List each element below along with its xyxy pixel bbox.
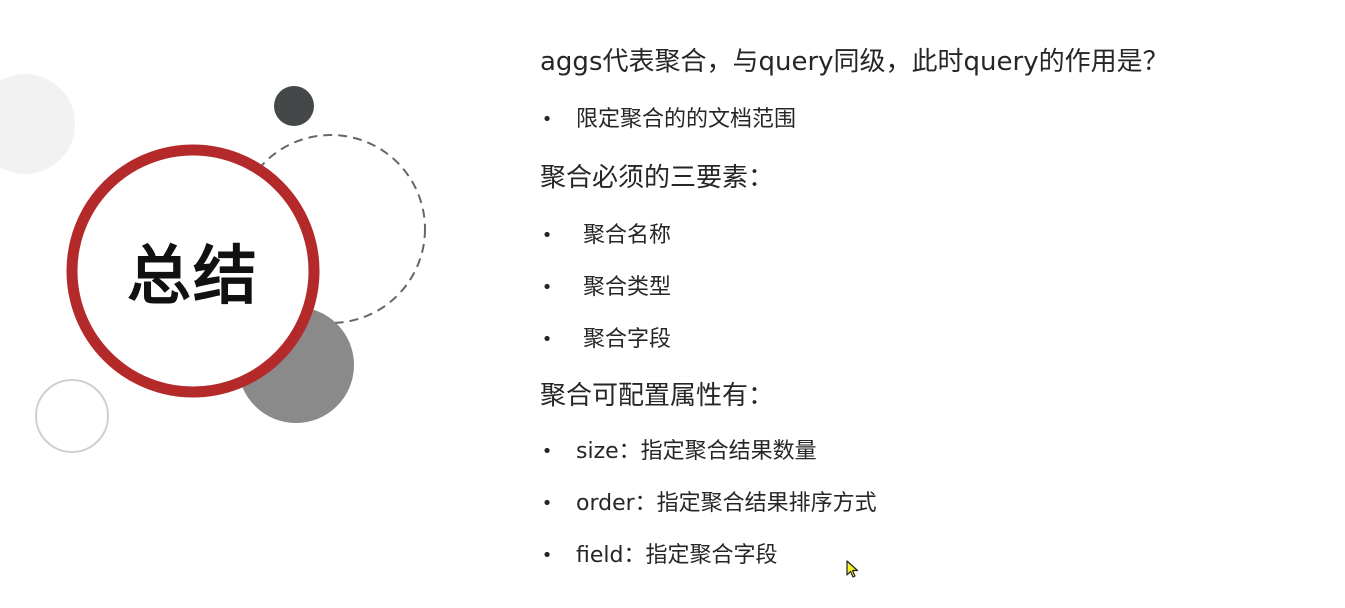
list-item: • field：指定聚合字段 (540, 530, 1320, 582)
summary-graphic: 总结 (0, 0, 520, 608)
list-item-text: order：指定聚合结果排序方式 (576, 491, 877, 516)
list-item-text: 聚合类型 (583, 275, 672, 300)
query-heading: aggs代表聚合，与query同级，此时query的作用是？ (540, 47, 1169, 77)
bullet: • (541, 329, 553, 350)
list-item-text: size：指定聚合结果数量 (576, 439, 817, 464)
dark-dot (274, 86, 314, 126)
config-list: • size：指定聚合结果数量 • order：指定聚合结果排序方式 • fie… (540, 426, 1320, 582)
bullet: • (541, 441, 553, 462)
light-gray-circle (0, 74, 75, 174)
list-item: • order：指定聚合结果排序方式 (540, 478, 1320, 530)
list-item: • 聚合名称 (540, 210, 1320, 262)
list-item: • size：指定聚合结果数量 (540, 426, 1320, 478)
list-item-text: field：指定聚合字段 (576, 543, 778, 568)
config-heading: 聚合可配置属性有： (540, 381, 775, 411)
summary-title: 总结 (127, 240, 259, 314)
bullet: • (541, 493, 553, 514)
list-item-text: 聚合字段 (583, 327, 672, 352)
mouse-cursor-icon (846, 560, 859, 578)
bullet: • (541, 277, 553, 298)
bullet: • (541, 109, 553, 130)
summary-content: aggs代表聚合，与query同级，此时query的作用是？ • 限定聚合的的文… (540, 40, 1320, 582)
required-heading: 聚合必须的三要素： (540, 163, 775, 193)
list-item: • 聚合字段 (540, 314, 1320, 366)
list-item: • 限定聚合的的文档范围 (540, 94, 1320, 146)
query-list: • 限定聚合的的文档范围 (540, 94, 1320, 146)
required-list: • 聚合名称 • 聚合类型 • 聚合字段 (540, 210, 1320, 366)
bullet: • (541, 225, 553, 246)
list-item-text: 聚合名称 (583, 223, 672, 248)
list-item-text: 限定聚合的的文档范围 (576, 107, 797, 132)
bullet: • (541, 545, 553, 566)
list-item: • 聚合类型 (540, 262, 1320, 314)
